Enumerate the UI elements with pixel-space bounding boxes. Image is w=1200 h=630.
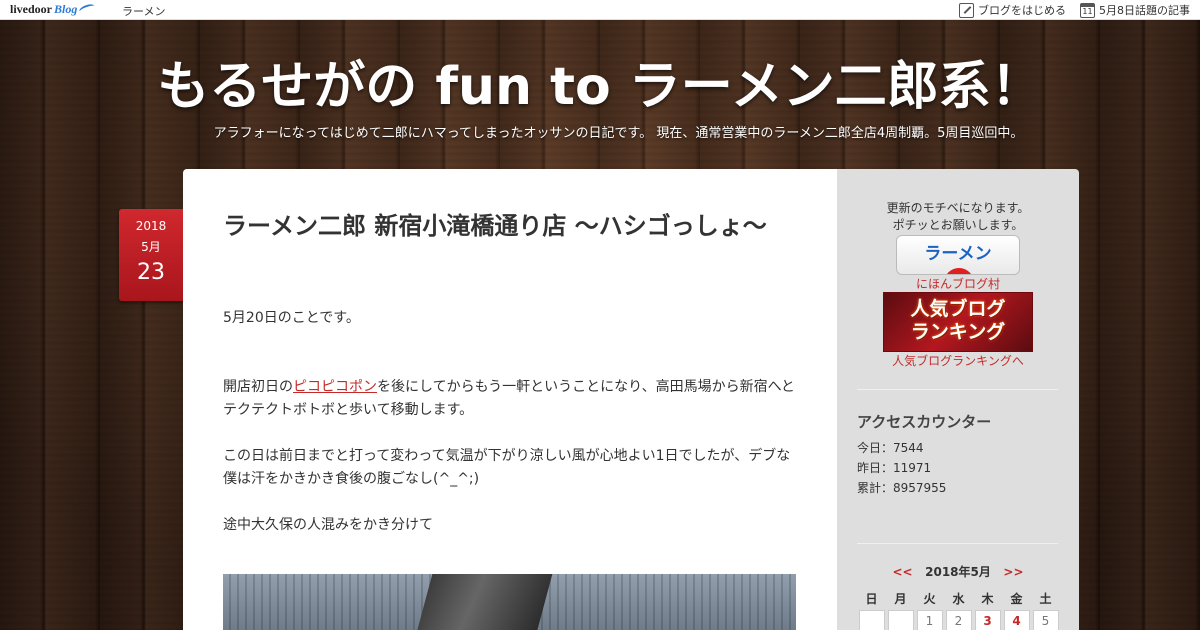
calendar-next-button[interactable]: >> [1003,565,1023,579]
post-photo[interactable] [223,574,796,630]
blog-title[interactable]: もるせがの fun to ラーメン二郎系！ [0,44,1200,119]
counter-yesterday: 昨日：11971 [857,461,932,475]
post-article: ラーメン二郎 新宿小滝橋通り店 〜ハシゴっしょ〜 5月20日のことです。 開店初… [183,169,837,630]
calendar-weekday: 土 [1039,592,1052,606]
calendar-day [858,610,885,630]
livedoor-top-bar: livedoor Blog ラーメン ブログをはじめる 11 5月8日話題の記事 [0,0,1200,20]
date-month: 5月 [141,240,161,254]
blog-description: アラフォーになってはじめて二郎にハマってしまったオッサンの日記です。 現在、通常… [213,126,1024,141]
motivation-line: 更新のモチベになります。 [886,201,1030,215]
ranking-link[interactable]: 人気ブログランキングへ [837,352,1079,369]
swoosh-icon [78,2,97,16]
calendar-day [887,610,914,630]
pen-icon [959,2,974,18]
calendar-day: 1 [916,610,943,630]
calendar-prev-button[interactable]: << [892,565,912,579]
nihon-blog-mura-link[interactable]: にほんブログ村 [837,275,1079,292]
calendar-header: << 2018年5月 >> [837,563,1079,580]
nihon-blog-mura-banner[interactable]: ラーメン [896,235,1020,275]
logo-blog-text: Blog [54,2,78,16]
category-link[interactable]: ラーメン [122,3,166,19]
calendar-weekday: 火 [923,592,936,606]
post-paragraph: 開店初日のピコピコポンを後にしてからもう一軒ということになり、高田馬場から新宿へ… [223,376,798,422]
post-title[interactable]: ラーメン二郎 新宿小滝橋通り店 〜ハシゴっしょ〜 [223,209,803,243]
post-date-tab: 2018 5月 23 [119,209,183,301]
date-day: 23 [137,260,165,285]
livedoor-blog-logo[interactable]: livedoor Blog [10,2,97,17]
ranking-banner-line: ランキング [910,321,1006,343]
post-paragraph: 途中大久保の人混みをかき分けて [223,517,433,533]
sidebar: 更新のモチベになります。 ポチッとお願いします。 ラーメン にほんブログ村 人気… [837,169,1079,630]
calendar-weekday-row: 日月火水木金土 [857,589,1061,609]
calendar-icon: 11 [1080,2,1095,18]
counter-total: 累計：8957955 [857,481,947,495]
date-year: 2018 [135,219,167,233]
sidebar-divider [857,389,1058,390]
calendar-grid: 日 月 火 水 木 金 土 12345 [857,589,1061,630]
calendar-weekday: 金 [1010,592,1023,606]
motivation-text: 更新のモチベになります。 ポチッとお願いします。 [837,200,1079,234]
post-paragraph: この日は前日までと打って変わって気温が下がり涼しい風が心地よい1日でしたが、デブ… [223,448,791,487]
counter-today: 今日：7544 [857,441,924,455]
calendar-weekday: 水 [952,592,965,606]
logo-text: livedoor [10,2,52,16]
trending-label: 5月8日話題の記事 [1099,4,1190,17]
calendar-title: 2018年5月 [925,565,991,579]
post-body: 5月20日のことです。 開店初日のピコピコポンを後にしてからもう一軒ということに… [223,307,798,537]
access-counter-heading: アクセスカウンター [857,413,992,431]
ranking-banner[interactable]: 人気ブログ ランキング [883,292,1033,352]
start-blog-link[interactable]: ブログをはじめる [959,2,1066,18]
calendar-weekday: 月 [894,592,907,606]
trending-articles-link[interactable]: 11 5月8日話題の記事 [1080,2,1190,18]
piko-piko-pon-link[interactable]: ピコピコポン [293,379,377,395]
calendar-day: 2 [945,610,972,630]
start-blog-label: ブログをはじめる [978,4,1066,17]
calendar-day[interactable]: 3 [974,610,1001,630]
post-paragraph: 5月20日のことです。 [223,310,360,326]
post-text: 開店初日の [223,379,293,395]
sidebar-divider [857,543,1058,544]
ranking-banner-line: 人気ブログ [910,298,1006,320]
calendar-weekday: 木 [981,592,994,606]
calendar-day: 5 [1032,610,1059,630]
calendar-week-row: 12345 [857,609,1061,630]
calendar-weekday: 日 [865,592,878,606]
motivation-line: ポチッとお願いします。 [892,218,1024,232]
calendar-day[interactable]: 4 [1003,610,1030,630]
